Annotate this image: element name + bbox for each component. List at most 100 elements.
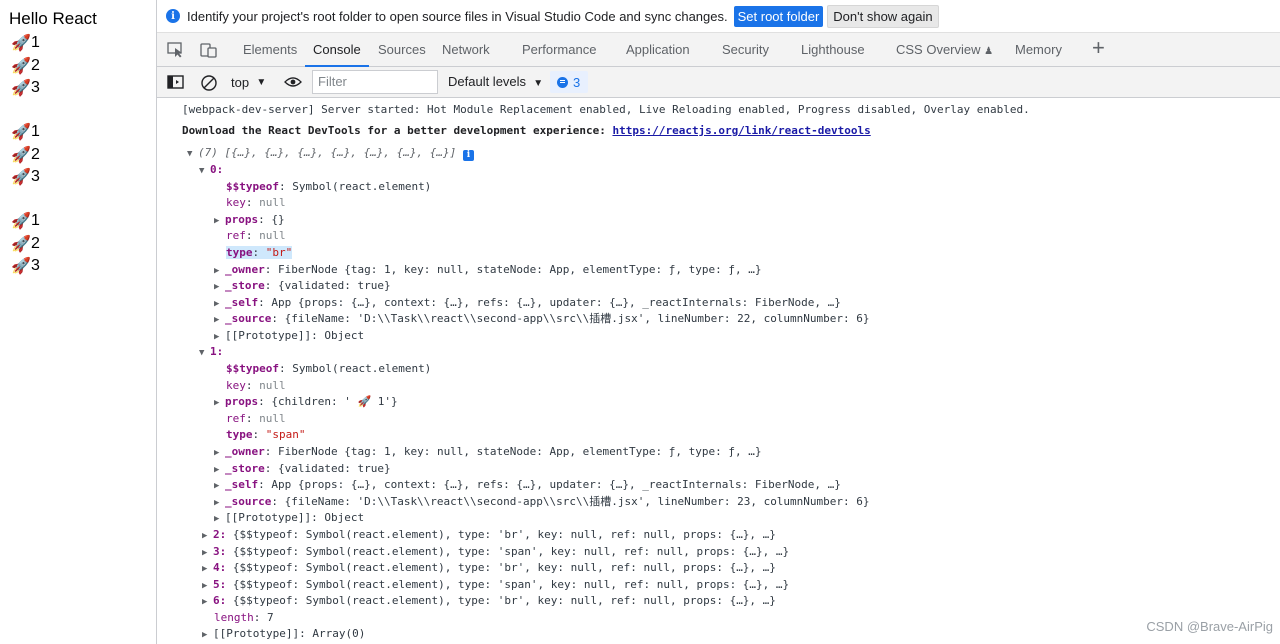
live-expression-eye-icon[interactable] — [284, 76, 302, 88]
infobar-message: Identify your project's root folder to o… — [187, 8, 728, 24]
tab-security[interactable]: Security — [722, 33, 769, 67]
tree-row[interactable]: ▶ props: {} — [214, 212, 285, 230]
rocket-icon: 🚀 — [11, 169, 31, 186]
collapsed-triangle-icon: ▶ — [202, 531, 208, 541]
page-heading: Hello React — [9, 9, 97, 28]
tree-row[interactable]: ▶ [[Prototype]]: Object — [214, 510, 364, 528]
rocket-icon: 🚀 — [11, 147, 31, 164]
device-toggle-icon[interactable] — [200, 42, 218, 58]
tree-row-1[interactable]: ▼ 1: — [199, 344, 223, 362]
tree-row-selected: type: "br" — [226, 246, 293, 259]
tree-row[interactable]: ▶ _self: App {props: {…}, context: {…}, r… — [214, 477, 841, 495]
react-devtools-link[interactable]: https://reactjs.org/link/react-devtools — [612, 124, 870, 137]
rocket-icon: 🚀 — [11, 80, 31, 97]
tree-row-collapsed[interactable]: ▶ 4: {$$typeof: Symbol(react.element), ty… — [202, 560, 776, 578]
tree-row: key: null — [226, 379, 286, 392]
tree-row[interactable]: ▶ _self: App {props: {…}, context: {…}, r… — [214, 295, 841, 313]
collapsed-triangle-icon: ▶ — [202, 630, 208, 640]
tree-row[interactable]: ▶ _store: {validated: true} — [214, 278, 391, 296]
info-icon: i — [166, 9, 180, 23]
tab-performance[interactable]: Performance — [522, 33, 596, 67]
list-item: 🚀 3 — [11, 79, 40, 97]
list-item: 🚀 2 — [11, 57, 40, 75]
tree-row[interactable]: ▶ _owner: FiberNode {tag: 1, key: null, s… — [214, 262, 761, 280]
tree-row-collapsed[interactable]: ▶ 6: {$$typeof: Symbol(react.element), ty… — [202, 593, 776, 611]
tree-row[interactable]: ▶ [[Prototype]]: Array(0) — [202, 626, 365, 644]
tree-row[interactable]: ▶ _store: {validated: true} — [214, 461, 391, 479]
issues-counter[interactable]: 3 — [550, 71, 588, 93]
tree-row: $$typeof: Symbol(react.element) — [226, 362, 432, 375]
clear-console-icon[interactable] — [200, 74, 218, 92]
console-message: Download the React DevTools for a better… — [182, 124, 871, 137]
tab-sources[interactable]: Sources — [378, 33, 426, 67]
chevron-down-icon: ▼ — [256, 77, 267, 88]
collapsed-triangle-icon: ▶ — [214, 398, 220, 408]
collapsed-triangle-icon: ▶ — [214, 448, 220, 458]
list-item: 🚀 3 — [11, 257, 40, 275]
tab-css-overview[interactable]: CSS Overview ♟ — [896, 33, 993, 67]
list-item: 🚀 2 — [11, 235, 40, 253]
chevron-down-icon: ▼ — [533, 78, 544, 89]
tab-console[interactable]: Console — [305, 33, 369, 67]
list-item: 🚀 1 — [11, 123, 40, 141]
rendered-page: Hello React 🚀 1 🚀 2 🚀 3 🚀 1 🚀 2 🚀 3 🚀 1 🚀 2 🚀 3 — [0, 0, 156, 644]
collapsed-triangle-icon: ▶ — [214, 514, 220, 524]
tree-row-collapsed[interactable]: ▶ 3: {$$typeof: Symbol(react.element), ty… — [202, 544, 789, 562]
collapsed-triangle-icon: ▶ — [214, 481, 220, 491]
dont-show-again-button[interactable]: Don't show again — [827, 4, 939, 28]
workspace-infobar: i Identify your project's root folder to… — [157, 0, 1280, 33]
tree-row: ref: null — [226, 229, 286, 242]
tree-row[interactable]: ▶ _source: {fileName: 'D:\\Task\\react\\s… — [214, 311, 870, 329]
console-output: [webpack-dev-server] Server started: Hot… — [157, 99, 1280, 644]
sidebar-toggle-icon[interactable] — [167, 74, 185, 90]
rocket-icon: 🚀 — [11, 236, 31, 253]
tab-elements[interactable]: Elements — [243, 33, 297, 67]
tree-row: length: 7 — [214, 611, 274, 624]
expanded-triangle-icon: ▼ — [199, 166, 205, 176]
rocket-icon: 🚀 — [11, 258, 31, 275]
console-message: [webpack-dev-server] Server started: Hot… — [182, 103, 1030, 116]
issues-icon — [557, 76, 568, 88]
console-toolbar: top ▼ Filter Default levels ▼ 3 — [157, 67, 1280, 98]
tab-network[interactable]: Network — [442, 33, 490, 67]
rocket-icon: 🚀 — [11, 35, 31, 52]
cursor-select-icon[interactable] — [167, 42, 185, 58]
log-levels-dropdown[interactable]: Default levels ▼ — [448, 74, 543, 89]
rocket-icon: 🚀 — [11, 124, 31, 141]
tree-row[interactable]: ▶ _source: {fileName: 'D:\\Task\\react\\s… — [214, 494, 870, 512]
tree-row: ref: null — [226, 412, 286, 425]
expanded-triangle-icon: ▼ — [187, 149, 193, 159]
tree-row[interactable]: ▶ [[Prototype]]: Object — [214, 328, 364, 346]
tree-row: $$typeof: Symbol(react.element) — [226, 180, 432, 193]
collapsed-triangle-icon: ▶ — [214, 315, 220, 325]
collapsed-triangle-icon: ▶ — [214, 282, 220, 292]
tab-application[interactable]: Application — [626, 33, 690, 67]
tree-row: key: null — [226, 196, 286, 209]
collapsed-triangle-icon: ▶ — [202, 597, 208, 607]
expanded-triangle-icon: ▼ — [199, 348, 205, 358]
tree-row[interactable]: ▶ _owner: FiberNode {tag: 1, key: null, s… — [214, 444, 761, 462]
array-root-row[interactable]: ▼ (7) [{…}, {…}, {…}, {…}, {…}, {…}, {…}]… — [187, 145, 474, 163]
list-item: 🚀 1 — [11, 212, 40, 230]
collapsed-triangle-icon: ▶ — [202, 564, 208, 574]
collapsed-triangle-icon: ▶ — [214, 216, 220, 226]
filter-input[interactable]: Filter — [312, 70, 438, 94]
tree-row-collapsed[interactable]: ▶ 5: {$$typeof: Symbol(react.element), ty… — [202, 577, 789, 595]
devtools-tab-bar: Elements Console Sources Network Perform… — [157, 33, 1280, 67]
tree-row-0[interactable]: ▼ 0: — [199, 162, 223, 180]
list-item: 🚀 3 — [11, 168, 40, 186]
tree-row-collapsed[interactable]: ▶ 2: {$$typeof: Symbol(react.element), ty… — [202, 527, 776, 545]
tab-lighthouse[interactable]: Lighthouse — [801, 33, 865, 67]
rocket-icon: 🚀 — [11, 213, 31, 230]
list-item: 🚀 1 — [11, 34, 40, 52]
more-tabs-plus-icon[interactable]: + — [1092, 37, 1105, 59]
set-root-folder-button[interactable]: Set root folder — [733, 5, 824, 27]
rocket-icon: 🚀 — [11, 58, 31, 75]
tab-memory[interactable]: Memory — [1015, 33, 1062, 67]
watermark: CSDN @Brave-AirPig — [1146, 619, 1273, 634]
tree-row[interactable]: ▶ props: {children: ' 🚀 1'} — [214, 394, 398, 412]
list-item: 🚀 2 — [11, 146, 40, 164]
devtools-panel: i Identify your project's root folder to… — [156, 0, 1280, 644]
context-selector[interactable]: top ▼ — [227, 72, 270, 93]
info-icon: i — [462, 150, 474, 161]
